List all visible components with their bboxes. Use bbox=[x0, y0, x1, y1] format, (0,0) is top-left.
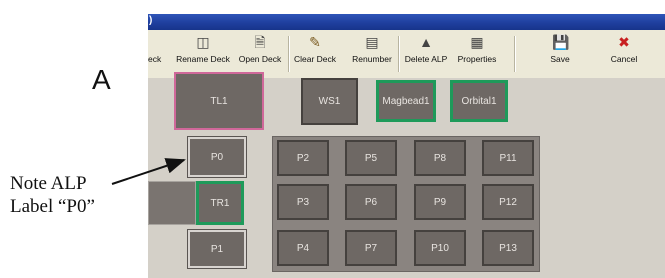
annotation-arrow bbox=[111, 158, 186, 185]
